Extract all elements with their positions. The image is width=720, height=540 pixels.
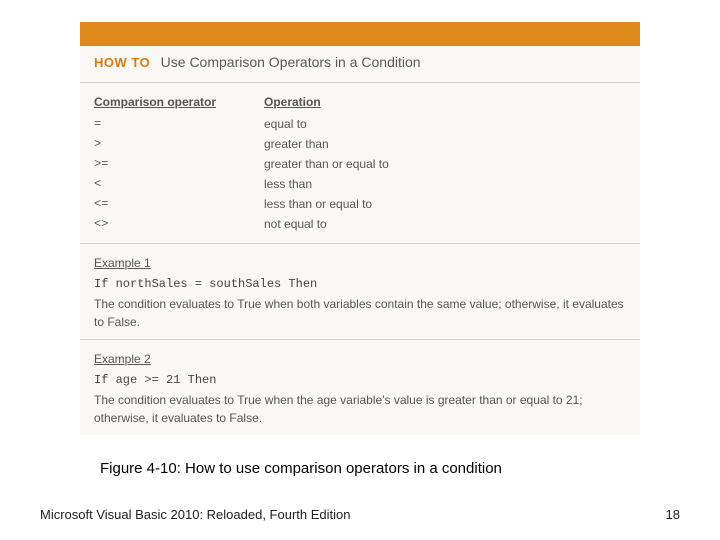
cell-what: greater than or equal to — [264, 155, 626, 173]
example-code: If northSales = southSales Then — [94, 275, 626, 293]
cell-what: not equal to — [264, 215, 626, 233]
th-operation: Operation — [264, 93, 626, 111]
cell-what: less than — [264, 175, 626, 193]
example-label: Example 1 — [94, 254, 626, 272]
cell-op: > — [94, 135, 264, 153]
table-row: =equal to — [94, 115, 626, 133]
book-title: Microsoft Visual Basic 2010: Reloaded, F… — [40, 507, 350, 522]
example-label: Example 2 — [94, 350, 626, 368]
howto-title: Use Comparison Operators in a Condition — [161, 54, 421, 70]
example-1: Example 1 If northSales = southSales The… — [80, 244, 640, 340]
table-row: <=less than or equal to — [94, 195, 626, 213]
footer: Microsoft Visual Basic 2010: Reloaded, F… — [40, 507, 680, 522]
cell-op: >= — [94, 155, 264, 173]
figure-caption: Figure 4-10: How to use comparison opera… — [100, 460, 502, 477]
table-header: Comparison operator Operation — [94, 93, 626, 111]
example-2: Example 2 If age >= 21 Then The conditio… — [80, 340, 640, 435]
operators-table: Comparison operator Operation =equal to … — [80, 83, 640, 244]
slide: HOW TO Use Comparison Operators in a Con… — [0, 0, 720, 540]
page-number: 18 — [666, 507, 680, 522]
howto-label: HOW TO — [94, 55, 150, 70]
th-operator: Comparison operator — [94, 93, 264, 111]
example-code: If age >= 21 Then — [94, 371, 626, 389]
cell-op: <> — [94, 215, 264, 233]
cell-op: < — [94, 175, 264, 193]
figure-box: HOW TO Use Comparison Operators in a Con… — [80, 22, 640, 435]
cell-what: equal to — [264, 115, 626, 133]
table-row: >=greater than or equal to — [94, 155, 626, 173]
cell-what: greater than — [264, 135, 626, 153]
example-desc: The condition evaluates to True when bot… — [94, 295, 626, 331]
table-row: <>not equal to — [94, 215, 626, 233]
example-desc: The condition evaluates to True when the… — [94, 391, 626, 427]
table-row: >greater than — [94, 135, 626, 153]
howto-row: HOW TO Use Comparison Operators in a Con… — [80, 46, 640, 83]
orange-bar — [80, 22, 640, 46]
table-row: <less than — [94, 175, 626, 193]
cell-op: = — [94, 115, 264, 133]
cell-what: less than or equal to — [264, 195, 626, 213]
cell-op: <= — [94, 195, 264, 213]
